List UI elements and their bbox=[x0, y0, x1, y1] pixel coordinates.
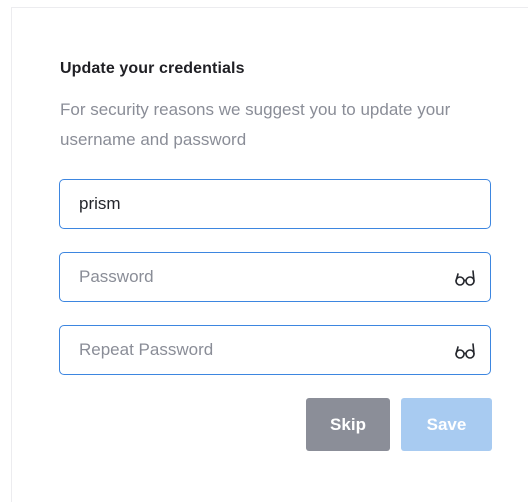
dialog-description: For security reasons we suggest you to u… bbox=[60, 100, 451, 149]
save-button[interactable]: Save bbox=[401, 398, 492, 451]
username-input[interactable] bbox=[60, 180, 490, 228]
glasses-icon[interactable] bbox=[454, 342, 476, 360]
glasses-icon[interactable] bbox=[454, 269, 476, 287]
repeat-password-input[interactable] bbox=[60, 326, 490, 374]
repeat-password-field[interactable] bbox=[59, 325, 491, 375]
password-input[interactable] bbox=[60, 253, 490, 301]
username-field[interactable] bbox=[59, 179, 491, 229]
credentials-dialog: Update your credentials For security rea… bbox=[11, 7, 528, 502]
password-field[interactable] bbox=[59, 252, 491, 302]
dialog-title: Update your credentials bbox=[60, 60, 245, 77]
skip-button[interactable]: Skip bbox=[306, 398, 390, 451]
